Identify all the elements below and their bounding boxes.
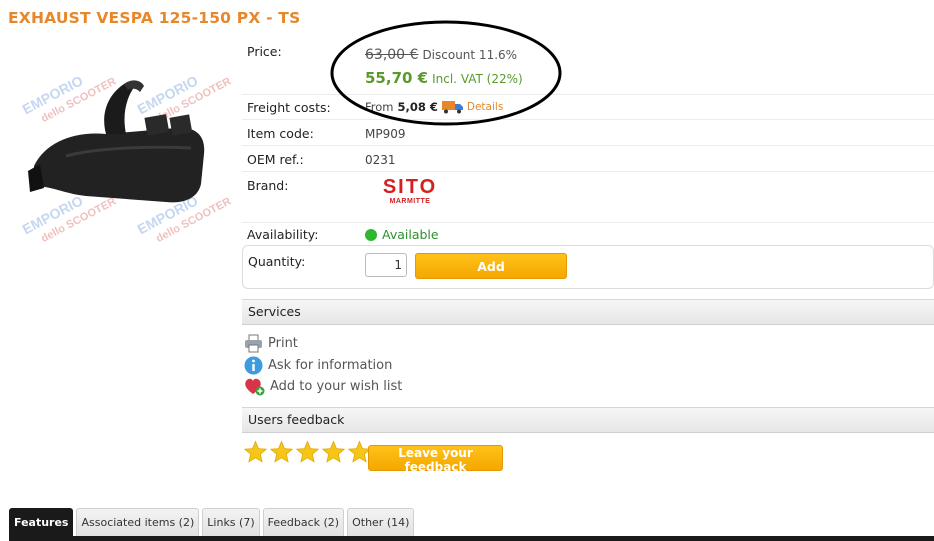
star-icon <box>321 440 346 463</box>
item-code-value: MP909 <box>365 127 406 141</box>
tab-features[interactable]: Features <box>9 508 74 536</box>
leave-feedback-button[interactable]: Leave your feedback <box>368 445 503 474</box>
oem-row: OEM ref.: 0231 <box>242 146 934 172</box>
star-icon <box>243 440 268 463</box>
product-tabs: Features Associated items (2) Links (7) … <box>9 508 417 536</box>
heart-plus-icon <box>245 378 265 395</box>
availability-dot-icon <box>365 229 377 241</box>
tab-other[interactable]: Other (14) <box>347 508 415 536</box>
services-header: Services <box>242 299 934 325</box>
service-wishlist-label: Add to your wish list <box>270 378 403 394</box>
service-print[interactable]: Print <box>244 333 298 353</box>
oem-value: 0231 <box>365 153 396 167</box>
brand-row: Brand: SITO MARMITTE <box>242 172 934 223</box>
services-header-label: Services <box>248 304 301 319</box>
star-icon <box>269 440 294 463</box>
product-image[interactable]: EMPORIO dello SCOOTER EMPORIO dello SCOO… <box>6 36 232 262</box>
printer-icon <box>245 334 262 352</box>
service-ask-info-label: Ask for information <box>268 357 393 373</box>
oem-label: OEM ref.: <box>247 152 304 167</box>
tab-associated-items[interactable]: Associated items (2) <box>76 508 200 536</box>
star-icon <box>295 440 320 463</box>
tab-links[interactable]: Links (7) <box>202 508 260 536</box>
quantity-input[interactable] <box>365 253 407 277</box>
availability-value: Available <box>382 227 439 242</box>
item-code-label: Item code: <box>247 126 314 141</box>
service-ask-info[interactable]: Ask for information <box>244 355 392 375</box>
product-title: EXHAUST VESPA 125-150 PX - TS <box>8 9 301 27</box>
service-wishlist[interactable]: Add to your wish list <box>244 376 402 396</box>
availability-label: Availability: <box>247 227 319 242</box>
price-label: Price: <box>247 44 282 59</box>
feedback-header-label: Users feedback <box>248 412 345 427</box>
rating-stars <box>243 440 373 464</box>
brand-logo[interactable]: SITO MARMITTE <box>365 176 455 205</box>
tabs-underline <box>9 536 934 541</box>
add-to-cart-box: Quantity: Add <box>242 245 934 289</box>
service-print-label: Print <box>268 335 298 351</box>
tab-feedback[interactable]: Feedback (2) <box>262 508 345 536</box>
availability-row: Availability: Available <box>242 223 934 245</box>
quantity-label: Quantity: <box>248 254 306 269</box>
brand-label: Brand: <box>247 178 289 193</box>
freight-label: Freight costs: <box>247 100 331 115</box>
add-to-cart-button[interactable]: Add <box>415 253 567 279</box>
price-highlight-oval <box>330 20 562 126</box>
info-icon <box>244 356 263 374</box>
feedback-header: Users feedback <box>242 407 934 433</box>
